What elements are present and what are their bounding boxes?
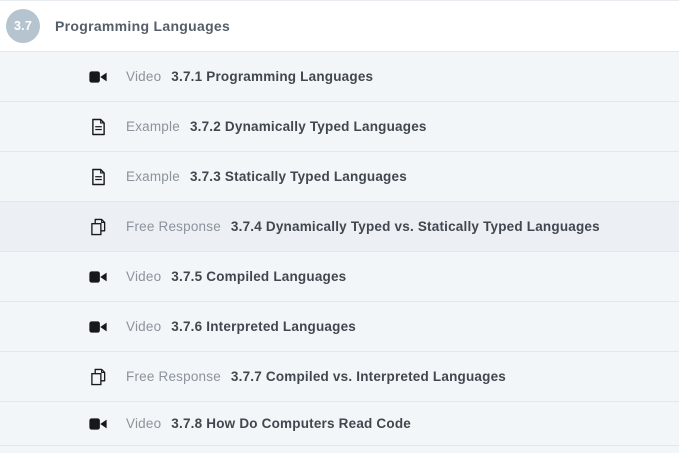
lesson-row[interactable]: Free Response 3.7.7 Compiled vs. Interpr…: [0, 352, 679, 402]
lesson-row[interactable]: Video 3.7.5 Compiled Languages: [0, 252, 679, 302]
video-camera-icon: [88, 70, 108, 84]
document-icon: [88, 118, 108, 136]
module-title: Programming Languages: [55, 18, 230, 34]
video-camera-icon: [88, 320, 108, 334]
copy-pages-icon: [88, 368, 108, 386]
lesson-title: 3.7.6 Interpreted Languages: [171, 319, 356, 334]
lesson-kind-label: Free Response: [126, 219, 221, 234]
lesson-kind-label: Example: [126, 169, 180, 184]
module-number-badge: 3.7: [6, 9, 40, 43]
module-header[interactable]: 3.7 Programming Languages: [0, 0, 679, 52]
lesson-row[interactable]: Free Response 3.7.4 Dynamically Typed vs…: [0, 202, 679, 252]
lesson-kind-label: Video: [126, 69, 161, 84]
lesson-kind-label: Free Response: [126, 369, 221, 384]
lesson-row[interactable]: Video 3.7.6 Interpreted Languages: [0, 302, 679, 352]
lesson-kind-label: Video: [126, 416, 161, 431]
lesson-title: 3.7.1 Programming Languages: [171, 69, 373, 84]
lesson-row[interactable]: Example 3.7.3 Statically Typed Languages: [0, 152, 679, 202]
video-camera-icon: [88, 270, 108, 284]
next-row-sliver: [0, 446, 679, 453]
lesson-title: 3.7.4 Dynamically Typed vs. Statically T…: [231, 219, 600, 234]
lesson-title: 3.7.8 How Do Computers Read Code: [171, 416, 411, 431]
document-icon: [88, 168, 108, 186]
lesson-kind-label: Example: [126, 119, 180, 134]
lesson-row[interactable]: Video 3.7.8 How Do Computers Read Code: [0, 402, 679, 446]
video-camera-icon: [88, 417, 108, 431]
lesson-title: 3.7.2 Dynamically Typed Languages: [190, 119, 427, 134]
lesson-kind-label: Video: [126, 319, 161, 334]
lesson-kind-label: Video: [126, 269, 161, 284]
lesson-title: 3.7.5 Compiled Languages: [171, 269, 346, 284]
lesson-row[interactable]: Example 3.7.2 Dynamically Typed Language…: [0, 102, 679, 152]
curriculum-module: 3.7 Programming Languages Video 3.7.1 Pr…: [0, 0, 679, 453]
lesson-title: 3.7.7 Compiled vs. Interpreted Languages: [231, 369, 506, 384]
lesson-row[interactable]: Video 3.7.1 Programming Languages: [0, 52, 679, 102]
lesson-title: 3.7.3 Statically Typed Languages: [190, 169, 407, 184]
copy-pages-icon: [88, 218, 108, 236]
